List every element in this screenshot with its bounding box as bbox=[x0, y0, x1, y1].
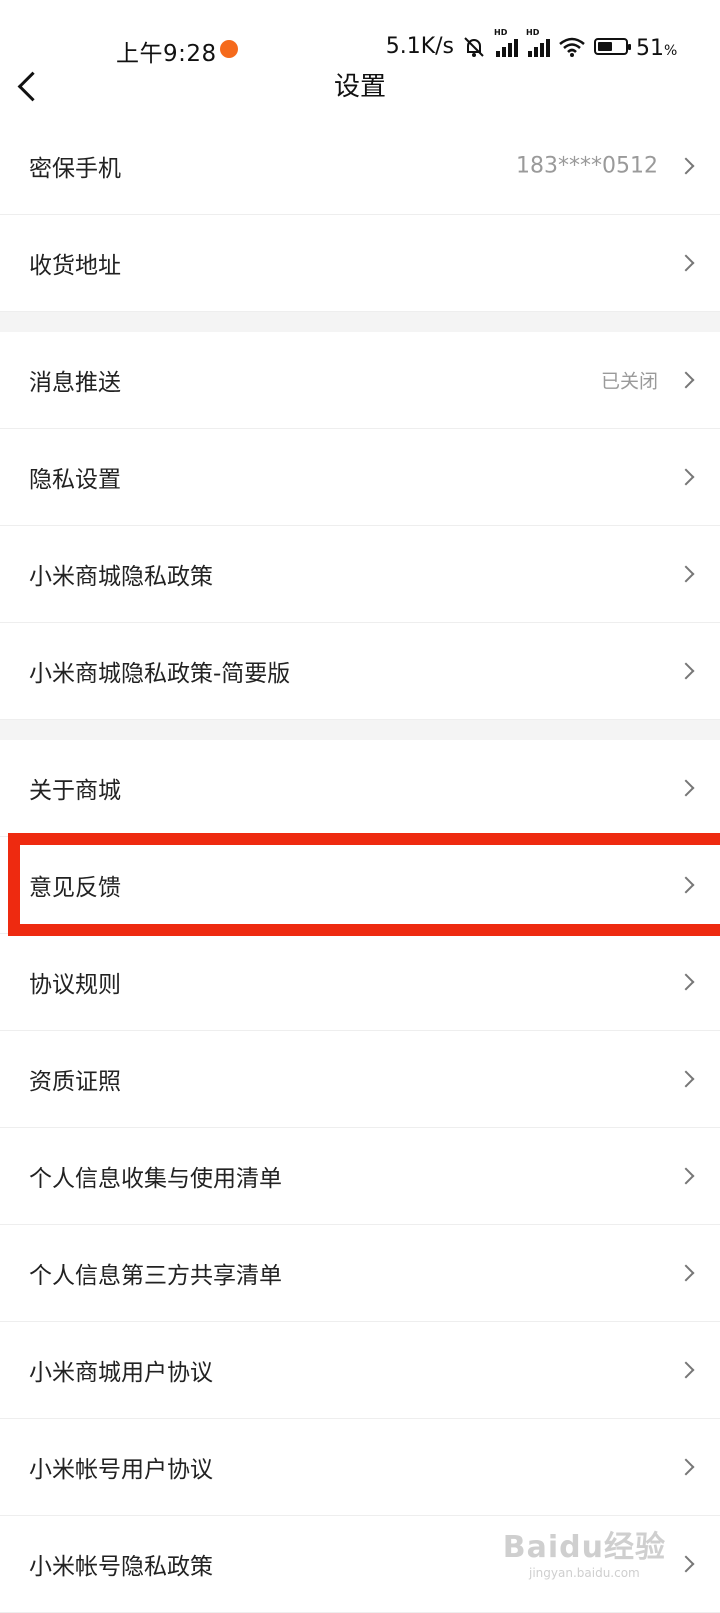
settings-item-feedback[interactable]: 意见反馈 bbox=[0, 837, 720, 934]
net-speed: 5.1K/s bbox=[385, 34, 454, 59]
settings-item-value: 183****0512 bbox=[516, 153, 658, 179]
notification-dot-icon bbox=[220, 40, 238, 58]
mute-icon bbox=[464, 36, 484, 57]
settings-item-agreements[interactable]: 协议规则 bbox=[0, 934, 720, 1031]
status-icons: 5.1K/s HD HD bbox=[385, 28, 631, 59]
chevron-right-icon bbox=[677, 662, 695, 680]
settings-item-third-party-sharing-list[interactable]: 个人信息第三方共享清单 bbox=[0, 1225, 720, 1322]
settings-item-info-collection-list[interactable]: 个人信息收集与使用清单 bbox=[0, 1128, 720, 1225]
settings-item-privacy-policy-brief[interactable]: 小米商城隐私政策-简要版 bbox=[0, 623, 720, 720]
chevron-right-icon bbox=[677, 1458, 695, 1476]
settings-item-label: 个人信息第三方共享清单 bbox=[29, 1263, 282, 1289]
settings-item-qualifications[interactable]: 资质证照 bbox=[0, 1031, 720, 1128]
wifi-icon bbox=[559, 37, 585, 57]
battery-percent: 51% bbox=[636, 36, 678, 61]
settings-item-label: 关于商城 bbox=[29, 778, 121, 804]
settings-item-label: 意见反馈 bbox=[29, 875, 121, 901]
chevron-right-icon bbox=[677, 1361, 695, 1379]
settings-item-label: 小米商城用户协议 bbox=[29, 1360, 213, 1386]
settings-item-privacy-policy[interactable]: 小米商城隐私政策 bbox=[0, 526, 720, 623]
page-title: 设置 bbox=[333, 72, 386, 102]
settings-item-label: 资质证照 bbox=[29, 1069, 121, 1095]
settings-item-label: 密保手机 bbox=[29, 156, 121, 182]
settings-item-value: 已关闭 bbox=[600, 370, 658, 393]
top-bar: 设置 bbox=[0, 60, 720, 119]
settings-item-label: 小米帐号用户协议 bbox=[29, 1457, 213, 1483]
settings-item-security-phone[interactable]: 密保手机 183****0512 bbox=[0, 118, 720, 215]
settings-item-label: 消息推送 bbox=[29, 370, 121, 396]
settings-item-label: 隐私设置 bbox=[29, 467, 121, 493]
signal-hd-icon: HD bbox=[494, 28, 518, 57]
settings-item-label: 小米商城隐私政策 bbox=[29, 564, 213, 590]
signal-hd-icon: HD bbox=[526, 28, 550, 57]
chevron-right-icon bbox=[677, 157, 695, 175]
chevron-right-icon bbox=[677, 1070, 695, 1088]
chevron-right-icon bbox=[677, 371, 695, 389]
chevron-right-icon bbox=[677, 973, 695, 991]
settings-list: 密保手机 183****0512 收货地址 消息推送 已关闭 隐私设置 小米商城… bbox=[0, 118, 720, 1613]
chevron-right-icon bbox=[677, 565, 695, 583]
settings-item-push-notifications[interactable]: 消息推送 已关闭 bbox=[0, 332, 720, 429]
watermark-url: jingyan.baidu.com bbox=[529, 1566, 640, 1580]
section-divider bbox=[0, 312, 720, 332]
chevron-right-icon bbox=[677, 779, 695, 797]
chevron-right-icon bbox=[677, 254, 695, 272]
watermark-logo: Baidu经验 bbox=[502, 1530, 666, 1565]
chevron-right-icon bbox=[677, 876, 695, 894]
settings-item-shipping-address[interactable]: 收货地址 bbox=[0, 215, 720, 312]
section-divider bbox=[0, 720, 720, 740]
settings-item-mall-user-agreement[interactable]: 小米商城用户协议 bbox=[0, 1322, 720, 1419]
settings-item-privacy-settings[interactable]: 隐私设置 bbox=[0, 429, 720, 526]
battery-icon bbox=[594, 38, 631, 55]
chevron-right-icon bbox=[677, 1555, 695, 1573]
settings-item-label: 小米帐号隐私政策 bbox=[29, 1554, 213, 1580]
chevron-right-icon bbox=[677, 468, 695, 486]
settings-item-account-user-agreement[interactable]: 小米帐号用户协议 bbox=[0, 1419, 720, 1516]
settings-item-label: 收货地址 bbox=[29, 253, 121, 279]
chevron-right-icon bbox=[677, 1167, 695, 1185]
watermark: Baidu经验 jingyan.baidu.com bbox=[503, 1522, 666, 1580]
settings-item-label: 个人信息收集与使用清单 bbox=[29, 1166, 282, 1192]
settings-item-about[interactable]: 关于商城 bbox=[0, 740, 720, 837]
settings-item-label: 小米商城隐私政策-简要版 bbox=[29, 661, 291, 687]
settings-item-label: 协议规则 bbox=[29, 972, 121, 998]
chevron-right-icon bbox=[677, 1264, 695, 1282]
